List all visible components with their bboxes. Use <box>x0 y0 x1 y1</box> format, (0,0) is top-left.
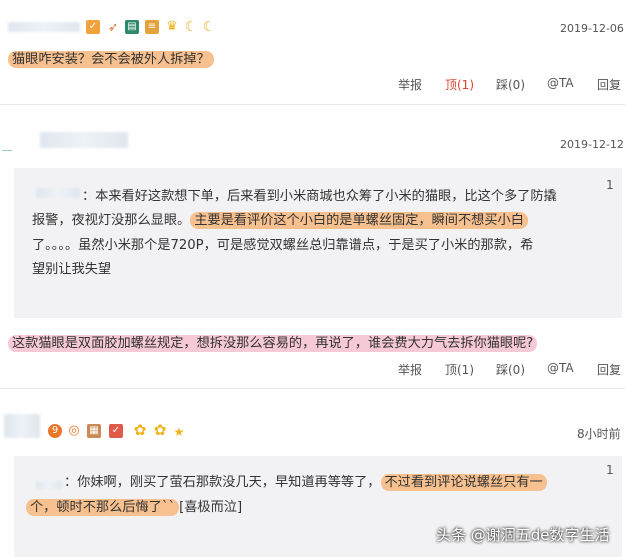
quote-highlight: 不过看到评论说螺丝只有一 <box>380 474 547 491</box>
quote-line: 个，顿时不那么后悔了`` [喜极而泣] <box>26 495 242 521</box>
reply-button[interactable]: 回复 <box>597 361 621 378</box>
checklist-badge-icon: ✓ <box>86 20 100 34</box>
quote-text: 报警，夜视灯没那么显眼。 <box>32 213 191 228</box>
username-blurred[interactable] <box>40 132 128 148</box>
post-date: 2019-12-12 <box>560 138 624 151</box>
username-blurred[interactable] <box>8 22 80 32</box>
quote-line: ：本来看好这款想下单，后来看到小米商城也众筹了小米的猫眼，比这个多了防撬 <box>82 189 557 204</box>
upvote-button[interactable]: 顶(1) <box>445 76 474 93</box>
username-blurred[interactable] <box>4 414 40 438</box>
post-question: 猫眼咋安装？会不会被外人拆掉？ <box>8 48 214 68</box>
checklist-badge-icon: ✓ <box>109 424 123 438</box>
book-badge-icon: ▤ <box>125 20 139 34</box>
star-badge-icon: ★ <box>173 425 185 439</box>
quote-floor-number: 1 <box>606 178 614 192</box>
mention-button[interactable]: @TA <box>547 76 574 90</box>
post-time: 8小时前 <box>577 427 621 441</box>
question-text: 猫眼咋安装？会不会被外人拆掉？ <box>8 51 214 68</box>
quote-line: 望别让我失望 <box>32 262 112 277</box>
post-divider <box>0 388 625 389</box>
quote-line: 报警，夜视灯没那么显眼。 主要是看评价这个小白的是单螺丝固定，瞬间不想买小白 <box>32 208 528 234</box>
downvote-button[interactable]: 踩(0) <box>496 76 525 93</box>
moon-badge-icon: ☾ <box>184 19 198 35</box>
post-divider <box>0 104 625 105</box>
scroll-badge-icon: ≡ <box>145 20 159 34</box>
report-button[interactable]: 举报 <box>398 361 422 378</box>
source-watermark: 头条 @谢涸五de数字生活 <box>436 526 610 544</box>
quoted-username-blurred <box>36 188 80 198</box>
quote-line: 了。。。。虽然小米那个是720P，可是感觉双螺丝总归靠谱点，于是买了小米的那款，… <box>32 238 534 253</box>
quote-highlight: 主要是看评价这个小白的是单螺丝固定，瞬间不想买小白 <box>190 212 528 229</box>
quote-text: ：你妹啊，刚买了萤石那款没几天，早知道再等等了， <box>64 475 381 490</box>
crown-badge-icon: ♛ <box>166 19 178 34</box>
nine-badge-icon: 9 <box>48 424 62 438</box>
quote-text: [喜极而泣] <box>179 500 243 515</box>
quote-line: ：你妹啊，刚买了萤石那款没几天，早知道再等等了， 不过看到评论说螺丝只有一 <box>64 470 547 496</box>
medal-badge-icon: ◎ <box>68 423 80 438</box>
quote-highlight: 个，顿时不那么后悔了`` <box>26 499 180 516</box>
report-button[interactable]: 举报 <box>398 76 422 93</box>
avatar-placeholder <box>2 150 12 151</box>
rocket-badge-icon: ➶ <box>107 20 119 34</box>
reply-highlight: 这款猫眼是双面胶加螺丝规定，想拆没那么容易的，再说了，谁会费大力气去拆你猫眼呢? <box>8 335 538 352</box>
moon-badge-icon: ☾ <box>202 19 216 35</box>
quote-floor-number: 1 <box>606 463 614 477</box>
gear-badge-icon: ✿ <box>133 421 147 439</box>
upvote-button[interactable]: 顶(1) <box>445 361 474 378</box>
downvote-button[interactable]: 踩(0) <box>496 361 525 378</box>
reply-text: 这款猫眼是双面胶加螺丝规定，想拆没那么容易的，再说了，谁会费大力气去拆你猫眼呢? <box>8 332 538 352</box>
quoted-username-blurred <box>36 481 62 489</box>
gear-badge-icon: ✿ <box>153 421 167 439</box>
reply-button[interactable]: 回复 <box>597 76 621 93</box>
mention-button[interactable]: @TA <box>547 361 574 375</box>
post-date: 2019-12-06 <box>560 22 624 35</box>
box-badge-icon: ▦ <box>87 424 101 438</box>
